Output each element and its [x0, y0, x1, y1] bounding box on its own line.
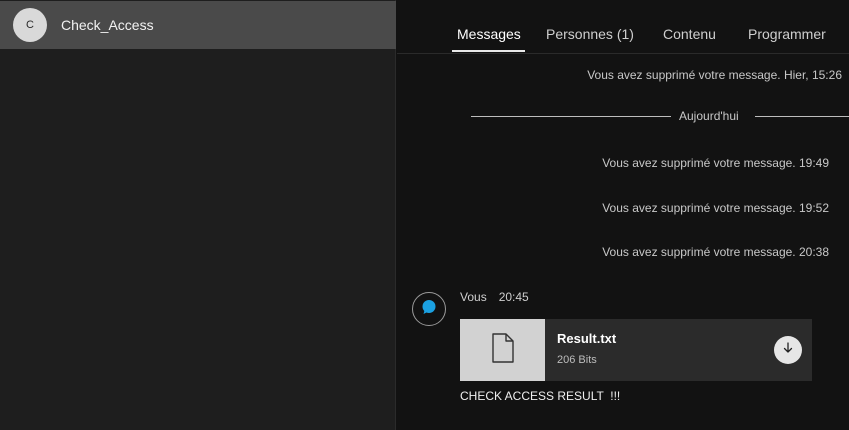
file-name: Result.txt — [557, 331, 617, 346]
separator-line — [471, 116, 671, 117]
file-size: 206 Bits — [557, 354, 597, 366]
conversation-item-check-access[interactable]: C Check_Access — [0, 1, 396, 49]
day-separator-label: Aujourd'hui — [679, 109, 739, 123]
system-message: Vous avez supprimé votre message. 19:49 — [602, 156, 829, 170]
message-time: 20:45 — [498, 290, 529, 304]
avatar: C — [13, 8, 47, 42]
file-attachment[interactable]: Result.txt 206 Bits — [460, 319, 812, 381]
message-author: Vous — [460, 290, 487, 304]
active-tab-indicator — [452, 50, 525, 52]
day-separator: Aujourd'hui — [471, 108, 849, 124]
tab-contenu[interactable]: Contenu — [663, 26, 716, 42]
download-icon — [782, 341, 794, 359]
message-text: CHECK ACCESS RESULT !!! — [460, 389, 621, 403]
message-header: Vous 20:45 — [460, 290, 529, 304]
file-icon — [490, 332, 516, 369]
conversation-name: Check_Access — [61, 17, 154, 33]
tab-bar: Messages Personnes (1) Contenu Programme… — [397, 0, 849, 54]
tab-messages[interactable]: Messages — [457, 26, 521, 42]
chat-bubble-icon — [420, 298, 438, 321]
system-message: Vous avez supprimé votre message. 20:38 — [602, 245, 829, 259]
tab-personnes[interactable]: Personnes (1) — [546, 26, 634, 42]
system-message: Vous avez supprimé votre message. 19:52 — [602, 201, 829, 215]
file-thumbnail — [460, 319, 545, 381]
chat-panel: Messages Personnes (1) Contenu Programme… — [397, 0, 849, 430]
download-button[interactable] — [774, 336, 802, 364]
tab-programmer[interactable]: Programmer — [748, 26, 826, 42]
sender-avatar — [412, 292, 446, 326]
conversation-list: C Check_Access — [0, 0, 396, 430]
separator-line — [755, 116, 849, 117]
system-message: Vous avez supprimé votre message. Hier, … — [587, 68, 842, 82]
